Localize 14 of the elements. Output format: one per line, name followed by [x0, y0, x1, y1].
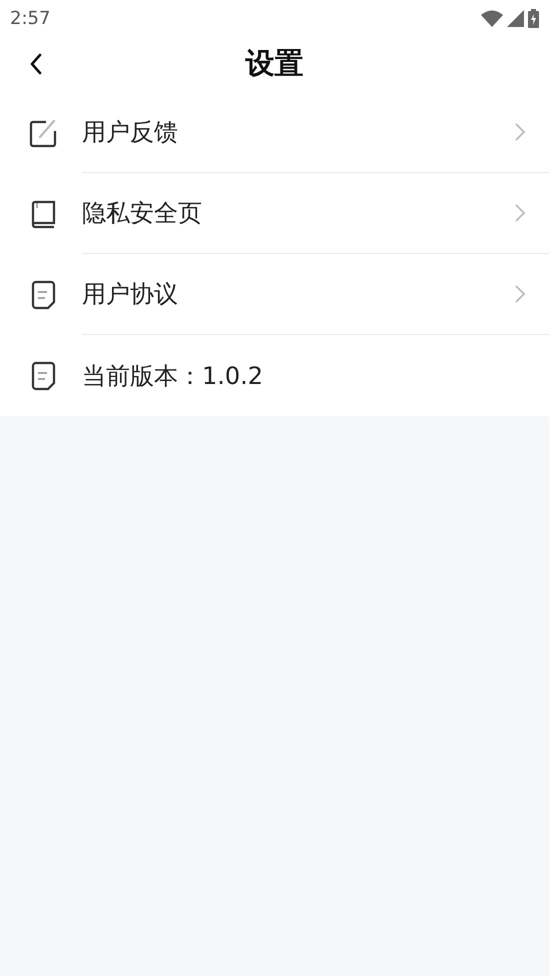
- settings-item[interactable]: 当前版本：1.0.2: [0, 335, 549, 416]
- wifi-icon: [481, 10, 503, 26]
- page-title: 设置: [246, 45, 304, 82]
- battery-icon: [528, 8, 539, 28]
- settings-item[interactable]: 用户协议: [0, 254, 549, 335]
- back-icon: [28, 52, 44, 76]
- settings-item[interactable]: 用户反馈: [0, 92, 549, 173]
- item-label: 用户协议: [82, 279, 178, 310]
- settings-item[interactable]: 隐私安全页: [0, 173, 549, 254]
- signal-icon: [507, 10, 524, 26]
- item-label: 当前版本：1.0.2: [82, 360, 264, 392]
- status-time: 2:57: [10, 6, 50, 30]
- item-label: 用户反馈: [82, 117, 178, 148]
- item-label: 隐私安全页: [82, 198, 202, 229]
